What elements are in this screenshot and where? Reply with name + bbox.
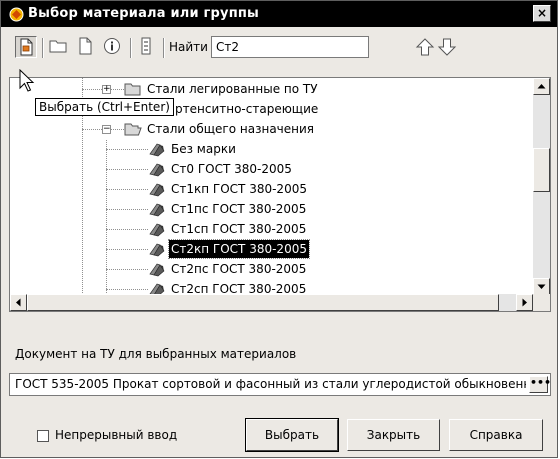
- window-title: Выбор материала или группы: [28, 6, 260, 21]
- steel-material-icon: [149, 143, 165, 157]
- scroll-right-arrow-icon: [522, 298, 527, 307]
- tree-item-label: Стали легированные по ТУ: [147, 82, 318, 96]
- material-tree-item[interactable]: Ст1сп ГОСТ 380-2005: [10, 219, 530, 239]
- scroll-down-button[interactable]: [533, 278, 550, 295]
- document-label: Документ на ТУ для выбранных материалов: [15, 347, 297, 361]
- vertical-scroll-thumb[interactable]: [533, 148, 550, 192]
- scroll-right-button[interactable]: [516, 294, 533, 311]
- tree-connector-line: [106, 249, 148, 250]
- tree-item-label: Без марки: [171, 142, 236, 156]
- close-window-button[interactable]: ×: [533, 5, 551, 22]
- scroll-left-arrow-icon: [16, 298, 21, 307]
- tree-connector-line: [106, 229, 148, 230]
- steel-material-icon: [149, 243, 165, 257]
- tree-connector-line: [106, 269, 148, 270]
- find-label: Найти: [169, 40, 208, 54]
- tree-item-label: Ст1сп ГОСТ 380-2005: [171, 222, 307, 236]
- scroll-left-button[interactable]: [10, 294, 27, 311]
- find-next-arrow-down-icon[interactable]: [437, 37, 457, 57]
- continuous-input-label: Непрерывный ввод: [55, 428, 178, 442]
- material-tree-item[interactable]: Ст0 ГОСТ 380-2005: [10, 159, 530, 179]
- toolbar: Найти: [9, 32, 549, 64]
- help-button[interactable]: Справка: [449, 419, 543, 451]
- material-picker-dialog: Выбор материала или группы × Найти Ст2 +…: [0, 0, 558, 458]
- continuous-input-checkbox[interactable]: [37, 430, 49, 442]
- steel-material-icon: [149, 223, 165, 237]
- select-button[interactable]: Выбрать: [245, 418, 339, 452]
- collapse-toggle[interactable]: −: [102, 125, 111, 134]
- select-document-icon: [20, 38, 33, 56]
- tree-connector-line: [106, 169, 148, 170]
- mouse-cursor-icon: [19, 69, 35, 92]
- steel-material-icon: [149, 203, 165, 217]
- document-field[interactable]: ГОСТ 535-2005 Прокат сортовой и фасонный…: [9, 373, 551, 396]
- steel-material-icon: [149, 183, 165, 197]
- blank-document-icon: [79, 37, 92, 55]
- document-value: ГОСТ 535-2005 Прокат сортовой и фасонный…: [15, 377, 526, 391]
- tree-item-label: Ст0 ГОСТ 380-2005: [171, 162, 292, 176]
- material-tree-item[interactable]: Ст2пс ГОСТ 380-2005: [10, 259, 530, 279]
- select-tooltip: Выбрать (Ctrl+Enter): [35, 98, 174, 116]
- horizontal-scrollbar[interactable]: [10, 294, 533, 311]
- scrollbar-corner: [533, 294, 550, 311]
- toolbar-separator: [163, 38, 165, 58]
- group-tree-item[interactable]: + Стали легированные по ТУ: [10, 79, 530, 99]
- tree-item-label: Ст2пс ГОСТ 380-2005: [171, 262, 307, 276]
- select-toolbar-button[interactable]: [15, 36, 37, 58]
- material-tree-item[interactable]: Ст1кп ГОСТ 380-2005: [10, 179, 530, 199]
- tree-item-label: Ст1пс ГОСТ 380-2005: [171, 202, 307, 216]
- browse-document-button[interactable]: •••: [529, 376, 550, 393]
- tree-connector-line: [106, 149, 148, 150]
- info-icon: [104, 38, 120, 54]
- list-properties-icon: [141, 37, 151, 55]
- new-document-button[interactable]: [75, 36, 97, 58]
- tree-item-label: Стали общего назначения: [147, 122, 315, 136]
- tree-connector-line: [106, 189, 148, 190]
- open-folder-icon: [124, 123, 142, 136]
- scroll-up-button[interactable]: [533, 78, 550, 95]
- find-previous-arrow-up-icon[interactable]: [415, 37, 435, 57]
- vertical-scrollbar[interactable]: [533, 78, 550, 295]
- tree-connector-line: [106, 289, 148, 290]
- app-icon: [9, 7, 24, 22]
- horizontal-scroll-thumb[interactable]: [27, 294, 499, 311]
- selected-tree-item-label: Ст2кп ГОСТ 380-2005: [168, 239, 310, 259]
- folder-icon: [49, 40, 67, 53]
- info-button[interactable]: [102, 36, 124, 58]
- material-tree-item[interactable]: Ст2кп ГОСТ 380-2005: [10, 239, 530, 259]
- group-tree-item[interactable]: − Стали общего назначения: [10, 119, 530, 139]
- tree-item-label: Ст1кп ГОСТ 380-2005: [171, 182, 307, 196]
- expand-toggle[interactable]: +: [102, 85, 111, 94]
- new-folder-button[interactable]: [48, 36, 70, 58]
- material-tree-item[interactable]: Ст1пс ГОСТ 380-2005: [10, 199, 530, 219]
- toolbar-separator: [130, 38, 132, 58]
- folder-icon: [124, 83, 141, 96]
- steel-material-icon: [149, 263, 165, 277]
- scroll-up-arrow-icon: [537, 84, 546, 89]
- material-tree-item[interactable]: Без марки: [10, 139, 530, 159]
- tree-connector-line: [106, 209, 148, 210]
- title-bar[interactable]: Выбор материала или группы ×: [1, 1, 557, 27]
- find-input[interactable]: [211, 36, 369, 58]
- steel-material-icon: [149, 163, 165, 177]
- toolbar-separator: [42, 38, 44, 58]
- properties-button[interactable]: [136, 36, 158, 58]
- close-button[interactable]: Закрыть: [347, 419, 440, 451]
- scroll-down-arrow-icon: [537, 284, 546, 289]
